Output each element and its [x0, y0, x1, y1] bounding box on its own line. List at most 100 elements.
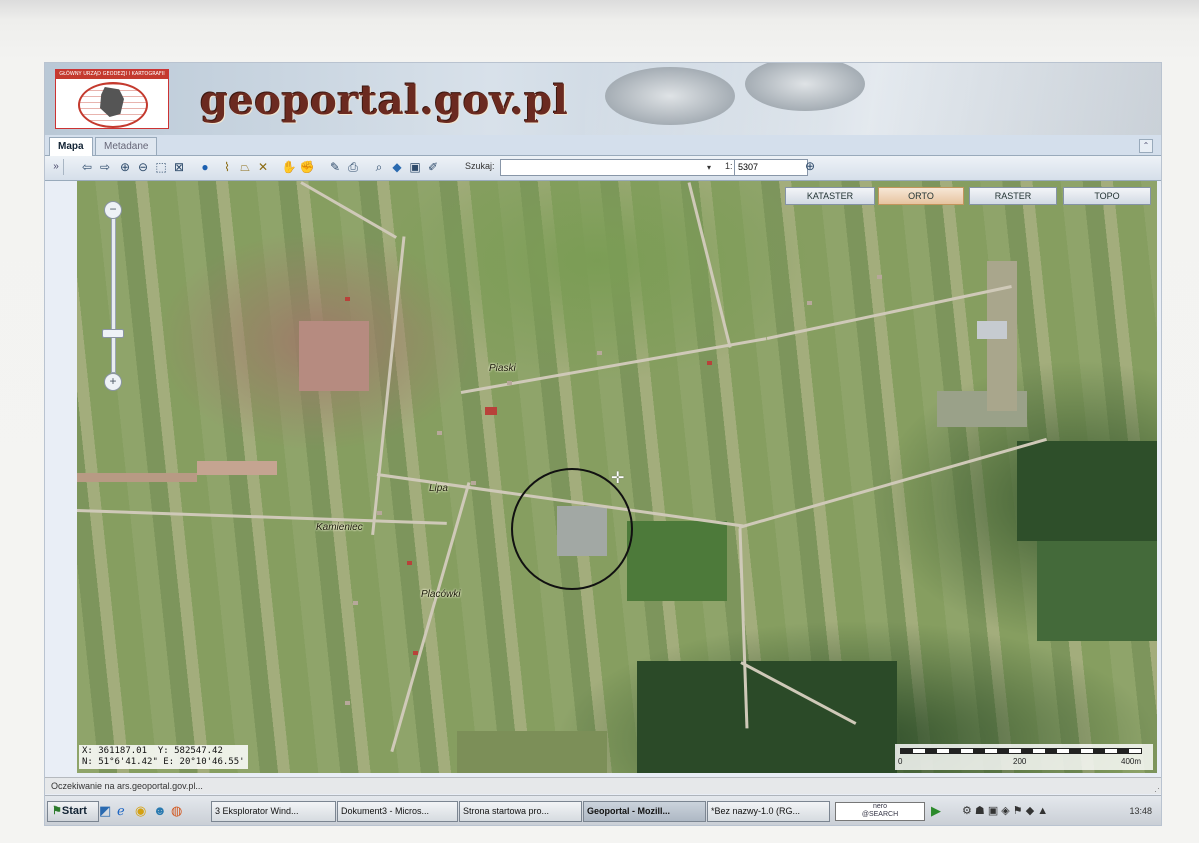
scale-prefix: 1: [725, 161, 733, 171]
zoom-in-icon[interactable]: ⊕ [117, 159, 133, 176]
browser-screen: GŁÓWNY URZĄD GEODEZJI I KARTOGRAFII geop… [44, 62, 1162, 826]
task-explorer[interactable]: 3 Eksplorator Wind... [211, 801, 336, 822]
field-patch [77, 473, 197, 482]
clear-measure-icon[interactable]: ✕ [255, 159, 271, 176]
zoom-track[interactable] [111, 211, 116, 373]
building [507, 381, 512, 385]
pan-icon[interactable]: ✋ [281, 159, 297, 176]
tab-mapa[interactable]: Mapa [49, 137, 93, 156]
road [738, 437, 1048, 529]
layer-button-orto[interactable]: ORTO [878, 187, 964, 205]
field-patch [1037, 541, 1157, 641]
field-patch [627, 521, 727, 601]
draw-icon[interactable]: ✐ [425, 159, 441, 176]
place-label-lipa: Lipa [429, 483, 448, 494]
collapse-header-icon[interactable]: ⌃ [1139, 139, 1153, 153]
zoom-in-icon[interactable]: + [104, 373, 122, 391]
tray-icons[interactable]: ⚙ ☗ ▣ ◈ ⚑ ◆ ▲ [962, 805, 1048, 817]
layer-button-topo[interactable]: TOPO [1063, 187, 1151, 205]
info-icon[interactable]: ● [197, 159, 213, 176]
task-start-page[interactable]: Strona startowa pro... [459, 801, 582, 822]
coord-y: Y: 582547.42 [157, 746, 223, 756]
scale-input[interactable]: 5307 [734, 159, 808, 176]
nero-go-icon[interactable]: ▶ [931, 804, 941, 818]
building [437, 431, 442, 435]
start-label: Start [61, 805, 87, 817]
road [77, 509, 447, 525]
building [485, 407, 497, 415]
quicklaunch-desktop-icon[interactable]: ◩ [99, 804, 111, 818]
clock[interactable]: 13:48 [1129, 801, 1152, 821]
nero-search-box[interactable]: nero @SEARCH [835, 802, 925, 821]
logo-text: GŁÓWNY URZĄD GEODEZJI I KARTOGRAFII [56, 70, 168, 79]
system-tray: ⚙ ☗ ▣ ◈ ⚑ ◆ ▲ 13:48 [962, 801, 1158, 821]
quicklaunch-chrome-icon[interactable]: ◉ [135, 804, 146, 818]
measure-line-icon[interactable]: ⌇ [219, 159, 235, 176]
gugik-logo[interactable]: GŁÓWNY URZĄD GEODEZJI I KARTOGRAFII [55, 69, 169, 129]
site-title[interactable]: geoportal.gov.pl [200, 77, 568, 124]
chevron-down-icon[interactable]: ▾ [702, 160, 716, 175]
grab-icon[interactable]: ✊ [299, 159, 315, 176]
search-label: Szukaj: [465, 161, 495, 171]
start-button[interactable]: ⚑Start [47, 801, 99, 822]
building [977, 321, 1007, 339]
layer-button-raster[interactable]: RASTER [969, 187, 1057, 205]
building [807, 301, 812, 305]
full-extent-icon[interactable]: ⊠ [171, 159, 187, 176]
save-icon[interactable]: ▣ [407, 159, 423, 176]
zoom-out-icon[interactable]: − [104, 201, 122, 219]
task-word[interactable]: Dokument3 - Micros... [337, 801, 458, 822]
zoom-out-icon[interactable]: ⊖ [135, 159, 151, 176]
scale-bar-graphic [900, 748, 1142, 754]
zoom-box-icon[interactable]: ⬚ [153, 159, 169, 176]
road [300, 181, 398, 239]
place-label-placowki: Placówki [421, 589, 461, 600]
field-patch [1017, 441, 1157, 541]
arrow-left-icon[interactable]: ⇦ [79, 159, 95, 176]
map-view[interactable]: KATASTER ORTO RASTER TOPO − + Piaski Lip… [77, 181, 1157, 773]
field-patch [197, 461, 277, 475]
zoom-slider[interactable]: − + [102, 201, 124, 391]
expand-sidebar-button[interactable]: » [49, 159, 64, 175]
task-image-editor[interactable]: *Bez nazwy-1.0 (RG... [707, 801, 830, 822]
quicklaunch-ie-icon[interactable]: ℯ [117, 804, 125, 818]
building [877, 275, 882, 279]
measure-area-icon[interactable]: ⏢ [237, 159, 253, 176]
banner-disc-1 [605, 67, 735, 125]
windows-taskbar: ⚑Start ◩ ℯ ◉ ☻ ◍ 3 Eksplorator Wind... D… [45, 795, 1161, 825]
zoom-handle[interactable] [102, 329, 124, 338]
task-geoportal[interactable]: Geoportal - Mozill... [583, 801, 706, 822]
field-patch [457, 731, 607, 773]
building [413, 651, 418, 655]
building [471, 481, 476, 485]
building [597, 351, 602, 355]
coordinates-readout: X: 361187.01 Y: 582547.42 N: 51°6'41.42"… [79, 745, 248, 769]
edit-icon[interactable]: ✎ [327, 159, 343, 176]
find-icon[interactable]: ⌕ [371, 159, 387, 176]
status-text: Oczekiwanie na ars.geoportal.gov.pl... [51, 781, 203, 791]
scale-label-start: 0 [898, 757, 903, 766]
tab-bar: Mapa Metadane ⌃ [45, 135, 1161, 156]
crosshair-cursor-icon: ✛ [611, 470, 625, 487]
nero-logo-text: nero [872, 803, 887, 810]
layer-button-kataster[interactable]: KATASTER [785, 187, 875, 205]
coord-e: E: 20°10'46.55' [163, 757, 245, 767]
building [707, 361, 712, 365]
scale-zoom-icon[interactable]: ⊕ [805, 159, 815, 173]
building [407, 561, 412, 565]
road [687, 182, 732, 348]
quicklaunch-user-icon[interactable]: ☻ [153, 804, 167, 818]
arrow-right-icon[interactable]: ⇨ [97, 159, 113, 176]
resize-grip-icon[interactable]: ⋰ [1154, 780, 1161, 796]
print-icon[interactable]: ⎙ [345, 159, 361, 176]
scale-bar: 0 200 400m [895, 744, 1153, 770]
browser-status-bar: Oczekiwanie na ars.geoportal.gov.pl... ⋰ [45, 777, 1161, 796]
header-banner: GŁÓWNY URZĄD GEODEZJI I KARTOGRAFII geop… [45, 63, 1161, 135]
building [353, 601, 358, 605]
layers-icon[interactable]: ◆ [389, 159, 405, 176]
tab-metadane[interactable]: Metadane [95, 137, 158, 155]
coord-x: X: 361187.01 [82, 746, 148, 756]
quicklaunch-firefox-icon[interactable]: ◍ [171, 804, 182, 818]
building [345, 701, 350, 705]
field-patch [299, 321, 369, 391]
